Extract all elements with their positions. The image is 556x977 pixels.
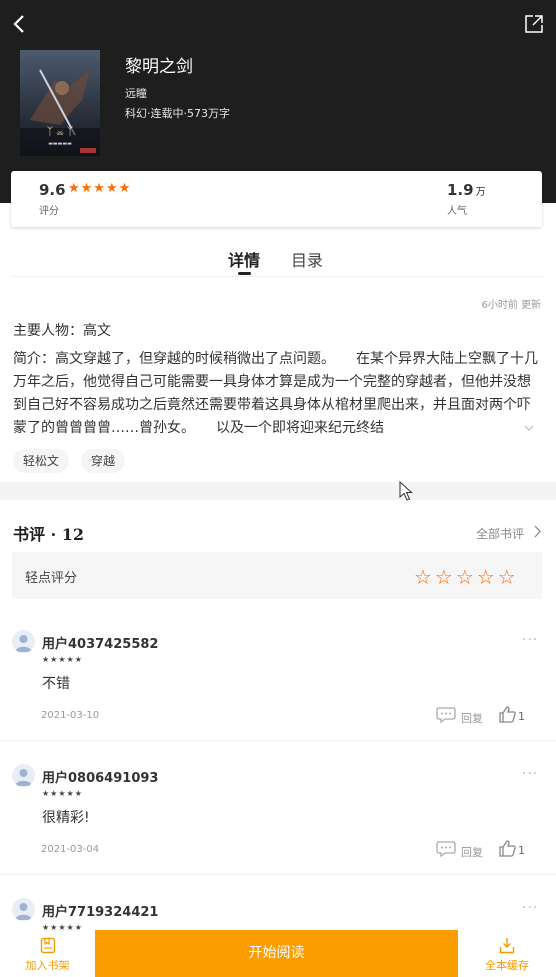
more-dots-icon[interactable]: ··· xyxy=(522,900,538,916)
active-tab-indicator xyxy=(238,272,251,275)
rating-score: 9.6 xyxy=(39,181,66,199)
bookshelf-icon xyxy=(40,937,55,954)
review-username[interactable]: 用户4037425582 xyxy=(42,633,158,652)
more-dots-icon[interactable]: ··· xyxy=(522,632,538,648)
all-reviews-link[interactable]: 全部书评 xyxy=(476,525,524,542)
quick-rate-bar: 轻点评分 ☆☆☆☆☆ xyxy=(12,552,542,599)
book-title: 黎明之剑 xyxy=(125,57,193,77)
tab-details[interactable]: 详情 xyxy=(228,247,260,271)
download-all-button[interactable]: 全本缓存 xyxy=(458,930,556,977)
review-stars: ★★★★★ xyxy=(42,789,83,798)
download-all-label: 全本缓存 xyxy=(485,959,529,972)
rate-stars-input[interactable]: ☆☆☆☆☆ xyxy=(414,565,519,589)
book-author[interactable]: 远瞳 xyxy=(125,85,147,101)
popularity-value: 1.9 万 xyxy=(447,181,486,199)
add-to-shelf-button[interactable]: 加入书架 xyxy=(0,930,95,977)
popularity-label: 人气 xyxy=(447,206,467,217)
like-count: 1 xyxy=(518,844,525,857)
book-cover[interactable]: ᛉ ⚔ ᛉ ▬▬▬▬▬ xyxy=(20,50,100,156)
back-arrow-icon[interactable] xyxy=(8,12,32,36)
svg-text:ᛉ ⚔ ᛉ: ᛉ ⚔ ᛉ xyxy=(47,125,74,138)
avatar[interactable] xyxy=(12,630,35,653)
tag-chip[interactable]: 穿越 xyxy=(81,449,126,473)
share-icon[interactable] xyxy=(524,14,544,34)
reply-button[interactable]: 回复 xyxy=(461,710,483,726)
stats-card: 9.6 ★★★★★ 评分 1.9 万 人气 xyxy=(11,171,542,227)
reply-button[interactable]: 回复 xyxy=(461,844,483,860)
more-dots-icon[interactable]: ··· xyxy=(522,766,538,782)
reviews-title: 书评 · 12 xyxy=(13,525,84,544)
popularity-unit: 万 xyxy=(475,187,486,198)
add-to-shelf-label: 加入书架 xyxy=(25,959,70,972)
comment-icon[interactable] xyxy=(436,706,456,724)
like-count: 1 xyxy=(518,710,525,723)
review-stars: ★★★★★ xyxy=(42,655,83,664)
review-text: 很精彩! xyxy=(42,810,90,826)
review-date: 2021-03-04 xyxy=(41,844,100,855)
comment-icon[interactable] xyxy=(436,840,456,858)
tab-divider xyxy=(12,276,544,277)
mouse-cursor-icon xyxy=(399,481,413,501)
synopsis[interactable]: 简介：高文穿越了，但穿越的时候稍微出了点问题。 在某个异界大陆上空飘了十几万年之… xyxy=(13,348,543,440)
avatar[interactable] xyxy=(12,764,35,787)
svg-text:▬▬▬▬▬: ▬▬▬▬▬ xyxy=(48,141,72,147)
rating-label: 评分 xyxy=(39,206,59,217)
main-characters: 主要人物：高文 xyxy=(13,323,111,339)
rating-stars: ★★★★★ xyxy=(68,181,132,196)
review-username[interactable]: 用户0806491093 xyxy=(42,767,158,786)
review-date: 2021-03-10 xyxy=(41,710,100,721)
start-reading-button[interactable]: 开始阅读 xyxy=(95,930,458,977)
update-time: 6小时前 更新 xyxy=(481,300,541,311)
chevron-down-icon[interactable] xyxy=(523,422,535,434)
section-separator xyxy=(0,482,556,500)
review-username[interactable]: 用户7719324421 xyxy=(42,901,158,920)
bottom-action-bar: 加入书架 开始阅读 全本缓存 xyxy=(0,930,556,977)
thumbs-up-icon[interactable] xyxy=(499,706,516,723)
quick-rate-label: 轻点评分 xyxy=(25,571,78,586)
download-icon xyxy=(499,938,515,954)
book-meta: 科幻·连载中·573万字 xyxy=(125,107,230,120)
tag-chip[interactable]: 轻松文 xyxy=(13,449,70,473)
review-text: 不错 xyxy=(42,676,70,692)
review-item: 用户4037425582 ··· ★★★★★ 不错 2021-03-10 回复 … xyxy=(0,607,556,741)
review-item: 用户0806491093 ··· ★★★★★ 很精彩! 2021-03-04 回… xyxy=(0,741,556,875)
avatar[interactable] xyxy=(12,898,35,921)
thumbs-up-icon[interactable] xyxy=(499,840,516,857)
tab-toc[interactable]: 目录 xyxy=(291,247,323,271)
chevron-right-icon[interactable] xyxy=(533,525,542,538)
